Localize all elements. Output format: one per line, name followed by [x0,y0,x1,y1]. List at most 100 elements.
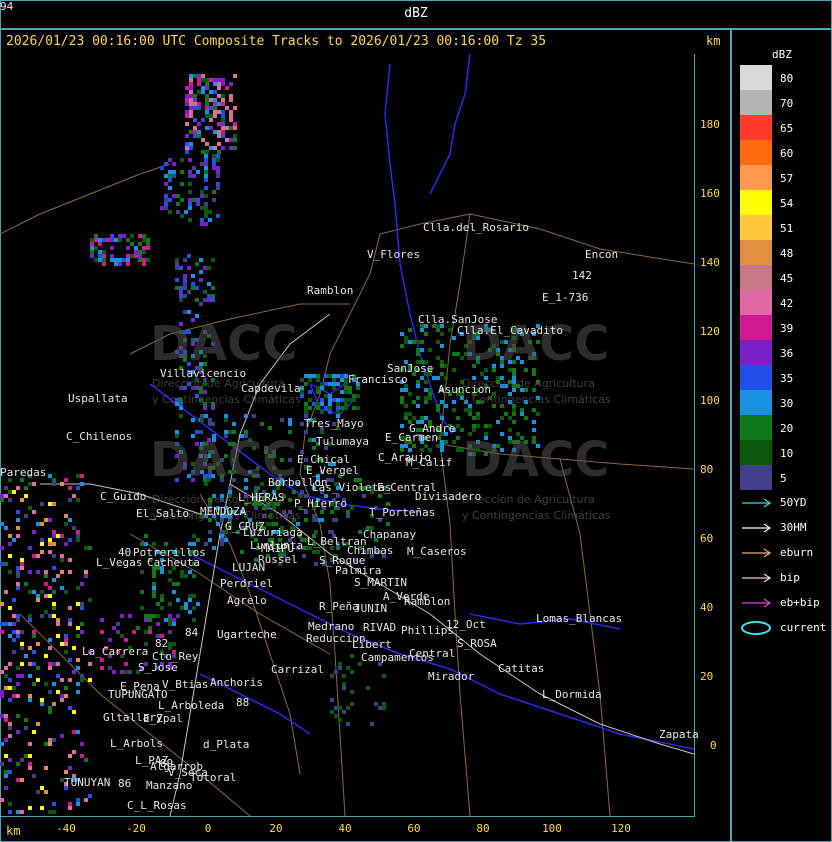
watermark-text: DACC [462,432,610,488]
place-label: 142 [572,269,592,282]
place-label: Libert [352,638,392,651]
place-label: Encon [585,248,619,261]
track-legend-label: current [780,621,827,634]
track-legend-label: eburn [780,546,814,559]
x-tick: -40 [56,822,76,835]
y-tick: 180 [700,118,720,131]
legend-level-label: 51 [780,222,794,235]
legend-level-label: 57 [780,172,794,185]
legend-level-label: 54 [780,197,794,210]
legend-swatch [740,340,772,365]
place-label: 86 [118,777,132,790]
x-tick: 20 [269,822,283,835]
legend-level-label: 70 [780,97,794,110]
y-tick: 20 [700,670,714,683]
legend-level-label: 36 [780,347,794,360]
place-label: 89 [160,757,174,770]
x-tick: 40 [338,822,352,835]
place-label: C_Guido [100,490,147,503]
place-label: RIVAD [363,621,397,634]
place-label: S_MARTIN [354,576,407,589]
legend-level-label: 48 [780,247,794,260]
track-arrow-icon [742,523,772,533]
place-label: Mirador [428,670,475,683]
place-label: Asuncion [438,383,491,396]
watermark-text: DACC [150,316,298,372]
place-label: Agrelo [227,594,267,607]
place-label: 94 [0,0,14,13]
place-label: Ramblon [404,595,451,608]
x-tick: 120 [611,822,631,835]
place-label: TUNUYAN [64,776,111,789]
place-label: Carrizal [271,663,324,676]
place-label: Capdevila [241,382,301,395]
current-ellipse-icon [741,621,771,635]
place-label: L_HERAS [238,491,285,504]
y-tick: 80 [700,463,714,476]
place-label: P_Hierro [294,497,347,510]
place-label: Villavicencio [160,367,247,380]
product-title: dBZ [404,6,428,21]
legend-swatch [740,440,772,465]
track-legend-label: eb+bip [780,596,820,609]
place-label: 40 [118,546,132,559]
place-label: S_Jose [138,661,178,674]
legend-swatch [740,415,772,440]
place-label: Perdriel [220,577,273,590]
place-label: Catitas [498,662,545,675]
place-label: S_ROSA [457,637,497,650]
place-label: C_Chilenos [66,430,133,443]
place-label: JUNIN [354,602,388,615]
legend-level-label: 5 [780,472,787,485]
place-label: Campamentos [361,651,434,664]
y-tick: 0 [710,739,717,752]
legend-swatch [740,240,772,265]
x-tick: 100 [542,822,562,835]
legend-level-label: 35 [780,372,794,385]
y-axis-unit: km [706,34,721,48]
legend-level-label: 30 [780,397,794,410]
watermark-line: y Contingencias Climáticas [462,509,611,522]
watermark-subtitle: Dirección de Agricultura y Contingencias … [462,492,611,524]
place-label: SanJose [387,362,434,375]
y-tick: 120 [700,325,720,338]
legend-swatch [740,190,772,215]
place-label: M_Caseros [407,545,467,558]
place-label: LUJAN [232,561,266,574]
track-arrow-icon [742,548,772,558]
legend-level-label: 45 [780,272,794,285]
legend-swatch [740,140,772,165]
place-label: Phillips [401,624,454,637]
place-label: V_Flores [367,248,420,261]
legend-level-label: 42 [780,297,794,310]
place-label: 88 [236,696,250,709]
x-tick: 0 [204,822,212,835]
legend-swatch [740,115,772,140]
place-label: E_1-736 [542,291,589,304]
y-tick: 40 [700,601,714,614]
legend-swatch [740,265,772,290]
legend-swatch [740,215,772,240]
legend-level-label: 65 [780,122,794,135]
place-label: V_Btias [162,678,209,691]
track-legend-label: 50YD [780,496,807,509]
legend-swatch [740,90,772,115]
legend-swatch [740,465,772,490]
legend-level-label: 20 [780,422,794,435]
place-label: L_Dormida [542,688,602,701]
place-label: Anchoris [210,676,263,689]
legend-level-label: 80 [780,72,794,85]
place-label: Cacheuta [147,556,200,569]
place-label: d_Plata [203,738,250,751]
y-tick: 100 [700,394,720,407]
place-label: Uspallata [68,392,128,405]
place-label: Lomas_Blancas [536,612,623,625]
watermark-line: Dirección de Agricultura [462,493,595,506]
place-label: 84 [185,626,199,639]
place-label: MENDOZA [200,505,247,518]
y-tick: 60 [700,532,714,545]
place-label: El_Salto [136,507,189,520]
y-tick: 140 [700,256,720,269]
track-arrow-icon [742,573,772,583]
place-label: Chapanay [363,528,416,541]
